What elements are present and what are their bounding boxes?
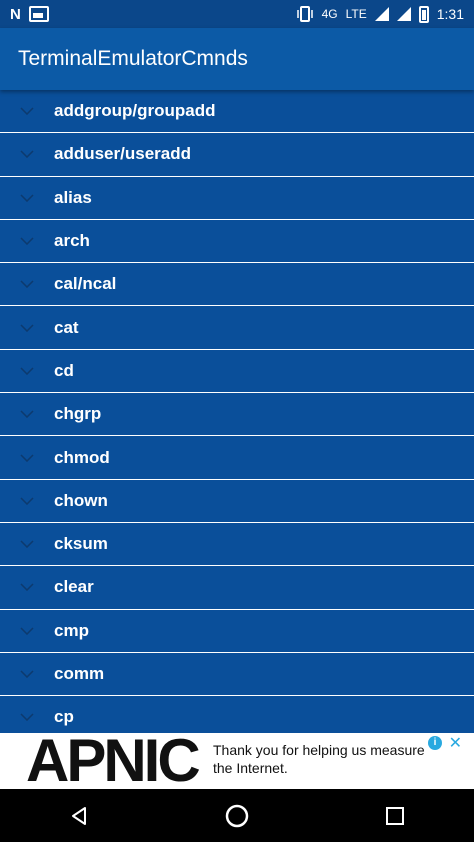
clock: 1:31 <box>436 6 464 22</box>
command-row[interactable]: comm <box>0 652 474 697</box>
command-label: chmod <box>54 447 110 467</box>
command-label: chown <box>54 490 108 510</box>
navigation-bar <box>0 789 474 842</box>
command-label: chgrp <box>54 404 102 424</box>
command-label: cksum <box>54 534 108 554</box>
command-row[interactable]: alias <box>0 176 474 220</box>
recents-icon <box>386 806 404 825</box>
status-bar: N 4G LTE 1:31 <box>0 0 474 28</box>
command-label: alias <box>54 187 92 207</box>
ad-info-icon[interactable]: i <box>428 736 442 750</box>
command-row[interactable]: cksum <box>0 522 474 567</box>
app-title: TerminalEmulatorCmnds <box>18 47 248 70</box>
command-row[interactable]: cd <box>0 349 474 394</box>
command-label: clear <box>54 577 94 597</box>
command-row[interactable]: arch <box>0 219 474 264</box>
gallery-icon <box>28 6 49 22</box>
command-row[interactable]: chgrp <box>0 393 474 437</box>
chevron-down-icon[interactable] <box>0 237 54 246</box>
command-label: comm <box>54 664 105 683</box>
home-button[interactable] <box>217 796 257 836</box>
chevron-down-icon[interactable] <box>0 150 54 159</box>
chevron-down-icon[interactable] <box>0 583 54 592</box>
chevron-down-icon[interactable] <box>0 410 54 419</box>
command-row[interactable]: chown <box>0 479 474 523</box>
app-bar: TerminalEmulatorCmnds <box>0 28 474 90</box>
chevron-down-icon[interactable] <box>0 497 54 505</box>
chevron-down-icon[interactable] <box>0 627 54 635</box>
command-row[interactable]: cmp <box>0 609 474 653</box>
chevron-down-icon[interactable] <box>0 324 54 332</box>
vibrate-icon <box>296 6 313 22</box>
ad-banner[interactable]: APNIC Thank you for helping us measure t… <box>0 733 474 789</box>
battery-icon <box>418 5 429 23</box>
ad-text[interactable]: Thank you for helping us measure the Int… <box>213 741 443 777</box>
ad-close-icon[interactable]: ✕ <box>449 733 462 753</box>
command-label: addgroup/groupadd <box>54 101 216 121</box>
command-label: cp <box>54 707 74 727</box>
chevron-down-icon[interactable] <box>0 713 54 722</box>
command-label: adduser/useradd <box>54 144 191 164</box>
ad-logo[interactable]: APNIC <box>26 733 201 789</box>
chevron-down-icon[interactable] <box>0 453 54 462</box>
command-row[interactable]: chmod <box>0 436 474 480</box>
command-label: arch <box>54 231 90 251</box>
command-row[interactable]: adduser/useradd <box>0 133 474 177</box>
network-type-label: 4G <box>321 7 338 21</box>
command-label: cat <box>54 317 79 337</box>
command-list[interactable]: addgroup/groupadd adduser/useradd alias arc… <box>0 90 474 733</box>
back-icon <box>72 806 86 825</box>
signal-icon <box>374 7 389 21</box>
command-row[interactable]: clear <box>0 566 474 610</box>
chevron-down-icon[interactable] <box>0 194 54 202</box>
chevron-down-icon[interactable] <box>0 107 54 116</box>
command-label: cd <box>54 360 74 380</box>
home-icon <box>225 804 249 827</box>
command-row[interactable]: cat <box>0 306 474 350</box>
recents-button[interactable] <box>375 796 415 836</box>
lte-label: LTE <box>345 7 367 21</box>
notification-n-icon: N <box>10 5 21 23</box>
command-row[interactable]: addgroup/groupadd <box>0 90 474 134</box>
back-button[interactable] <box>59 796 99 836</box>
chevron-down-icon[interactable] <box>0 670 54 678</box>
command-row[interactable]: cal/ncal <box>0 263 474 307</box>
signal-icon-2 <box>396 7 411 21</box>
chevron-down-icon[interactable] <box>0 540 54 549</box>
command-row[interactable]: cp <box>0 696 474 733</box>
command-label: cmp <box>54 620 89 640</box>
chevron-down-icon[interactable] <box>0 367 54 375</box>
chevron-down-icon[interactable] <box>0 280 54 289</box>
command-label: cal/ncal <box>54 274 117 294</box>
